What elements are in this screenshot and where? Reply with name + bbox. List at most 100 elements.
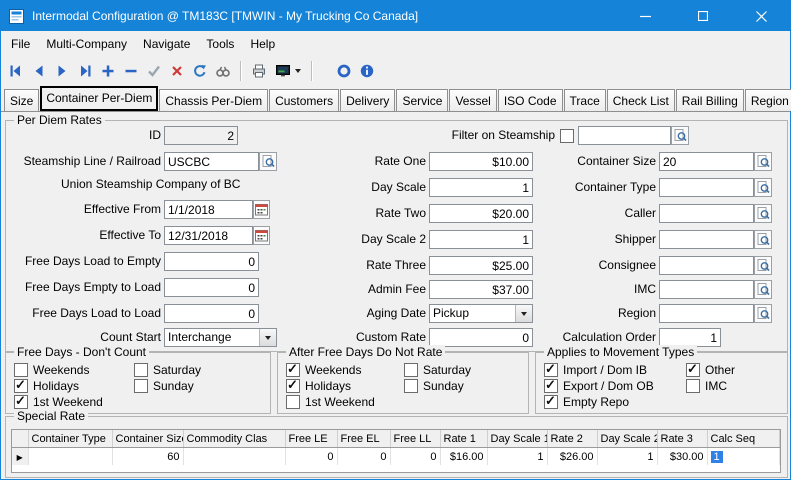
mt-empty-repo-checkbox[interactable] — [544, 395, 558, 409]
rate-three-field[interactable] — [429, 256, 533, 275]
steamship-lookup-button[interactable] — [259, 152, 277, 171]
day-scale-2-field[interactable] — [429, 230, 533, 249]
grid-column-header[interactable]: Rate 3 — [657, 430, 707, 448]
imc-lookup-button[interactable] — [754, 280, 772, 299]
aging-date-dropdown-button[interactable] — [515, 305, 532, 322]
menu-navigate[interactable]: Navigate — [135, 33, 198, 55]
consignee-lookup-button[interactable] — [754, 256, 772, 275]
rate-two-field[interactable] — [429, 204, 533, 223]
steamship-field[interactable] — [164, 152, 259, 171]
id-field[interactable] — [164, 126, 238, 145]
tab-size[interactable]: Size — [4, 89, 39, 111]
imc-field[interactable] — [659, 280, 754, 299]
count-start-combo[interactable]: Interchange — [164, 328, 277, 347]
free-days-load-to-load-field[interactable] — [164, 304, 259, 323]
effective-from-field[interactable] — [164, 200, 253, 219]
close-button[interactable] — [732, 1, 790, 31]
shipper-field[interactable] — [659, 230, 754, 249]
container-type-field[interactable] — [659, 178, 754, 197]
fd-holidays-checkbox[interactable] — [14, 379, 28, 393]
menu-tools[interactable]: Tools — [198, 33, 242, 55]
minimize-button[interactable] — [616, 1, 674, 31]
shipper-lookup-button[interactable] — [754, 230, 772, 249]
tab-chassis-per-diem[interactable]: Chassis Per-Diem — [159, 89, 268, 111]
grid-cell[interactable]: 60 — [112, 448, 183, 466]
rate-one-field[interactable] — [429, 152, 533, 171]
maximize-button[interactable] — [674, 1, 732, 31]
container-size-lookup-button[interactable] — [754, 152, 772, 171]
menu-file[interactable]: File — [3, 33, 38, 55]
grid-cell[interactable]: $16.00 — [440, 448, 487, 466]
tab-check-list[interactable]: Check List — [607, 89, 675, 111]
menu-help[interactable]: Help — [242, 33, 283, 55]
grid-cell[interactable]: 1 — [487, 448, 547, 466]
menu-multi-company[interactable]: Multi-Company — [38, 33, 135, 55]
mt-imc-checkbox[interactable] — [686, 379, 700, 393]
tab-delivery[interactable]: Delivery — [340, 89, 395, 111]
mt-export-dom-ob-checkbox[interactable] — [544, 379, 558, 393]
mt-import-dom-ib-checkbox[interactable] — [544, 363, 558, 377]
grid-column-header[interactable]: Calc Seq — [707, 430, 780, 448]
previous-record-icon[interactable] — [30, 62, 48, 80]
grid-column-header[interactable]: Rate 1 — [440, 430, 487, 448]
refresh-icon[interactable] — [191, 62, 209, 80]
first-record-icon[interactable] — [7, 62, 25, 80]
effective-from-calendar-button[interactable] — [253, 200, 270, 219]
consignee-field[interactable] — [659, 256, 754, 275]
container-type-lookup-button[interactable] — [754, 178, 772, 197]
effective-to-calendar-button[interactable] — [253, 226, 270, 245]
filter-on-steamship-lookup-button[interactable] — [671, 126, 689, 145]
tab-region[interactable]: Region — [745, 89, 791, 111]
fd-sunday-checkbox[interactable] — [134, 379, 148, 393]
row-selector[interactable] — [12, 448, 28, 466]
cancel-edit-icon[interactable] — [168, 62, 186, 80]
free-days-empty-to-load-field[interactable] — [164, 278, 259, 297]
grid-cell[interactable]: 0 — [285, 448, 337, 466]
grid-cell[interactable] — [183, 448, 285, 466]
afd-1st-weekend-checkbox[interactable] — [286, 395, 300, 409]
grid-cell[interactable]: $30.00 — [657, 448, 707, 466]
tab-service[interactable]: Service — [396, 89, 448, 111]
aging-date-combo[interactable]: Pickup — [429, 304, 533, 323]
grid-column-header[interactable]: Day Scale 1 — [487, 430, 547, 448]
grid-cell[interactable]: $26.00 — [547, 448, 597, 466]
save-record-icon[interactable] — [145, 62, 163, 80]
grid-column-header[interactable]: Free EL — [337, 430, 390, 448]
region-field[interactable] — [659, 304, 754, 323]
container-size-field[interactable] — [659, 152, 754, 171]
grid-cell[interactable]: 1 — [597, 448, 657, 466]
day-scale-field[interactable] — [429, 178, 533, 197]
tab-rail-billing[interactable]: Rail Billing — [676, 89, 744, 111]
tab-vessel[interactable]: Vessel — [449, 89, 496, 111]
grid-cell[interactable] — [28, 448, 112, 466]
mt-other-checkbox[interactable] — [686, 363, 700, 377]
filter-on-steamship-field[interactable] — [578, 126, 671, 145]
last-record-icon[interactable] — [76, 62, 94, 80]
filter-on-steamship-checkbox[interactable] — [560, 129, 574, 143]
caller-lookup-button[interactable] — [754, 204, 772, 223]
fd-saturday-checkbox[interactable] — [134, 363, 148, 377]
next-record-icon[interactable] — [53, 62, 71, 80]
afd-holidays-checkbox[interactable] — [286, 379, 300, 393]
tab-container-per-diem[interactable]: Container Per-Diem — [40, 86, 158, 111]
count-start-dropdown-button[interactable] — [259, 329, 276, 346]
tab-trace[interactable]: Trace — [564, 89, 606, 111]
fd-weekends-checkbox[interactable] — [14, 363, 28, 377]
grid-column-header[interactable]: Day Scale 2 — [597, 430, 657, 448]
grid-column-header[interactable]: Container Size — [112, 430, 183, 448]
grid-column-header[interactable]: Commodity Clas — [183, 430, 285, 448]
help-ring-icon[interactable] — [335, 62, 353, 80]
afd-sunday-checkbox[interactable] — [404, 379, 418, 393]
delete-record-icon[interactable] — [122, 62, 140, 80]
grid-column-header[interactable]: Container Type — [28, 430, 112, 448]
add-record-icon[interactable] — [99, 62, 117, 80]
grid-cell-selected[interactable]: 1 — [707, 448, 780, 466]
screen-view-icon[interactable] — [273, 62, 303, 80]
afd-weekends-checkbox[interactable] — [286, 363, 300, 377]
grid-column-header[interactable]: Free LL — [390, 430, 440, 448]
tab-iso-code[interactable]: ISO Code — [498, 89, 563, 111]
afd-saturday-checkbox[interactable] — [404, 363, 418, 377]
effective-to-field[interactable] — [164, 226, 253, 245]
free-days-load-to-empty-field[interactable] — [164, 252, 259, 271]
caller-field[interactable] — [659, 204, 754, 223]
